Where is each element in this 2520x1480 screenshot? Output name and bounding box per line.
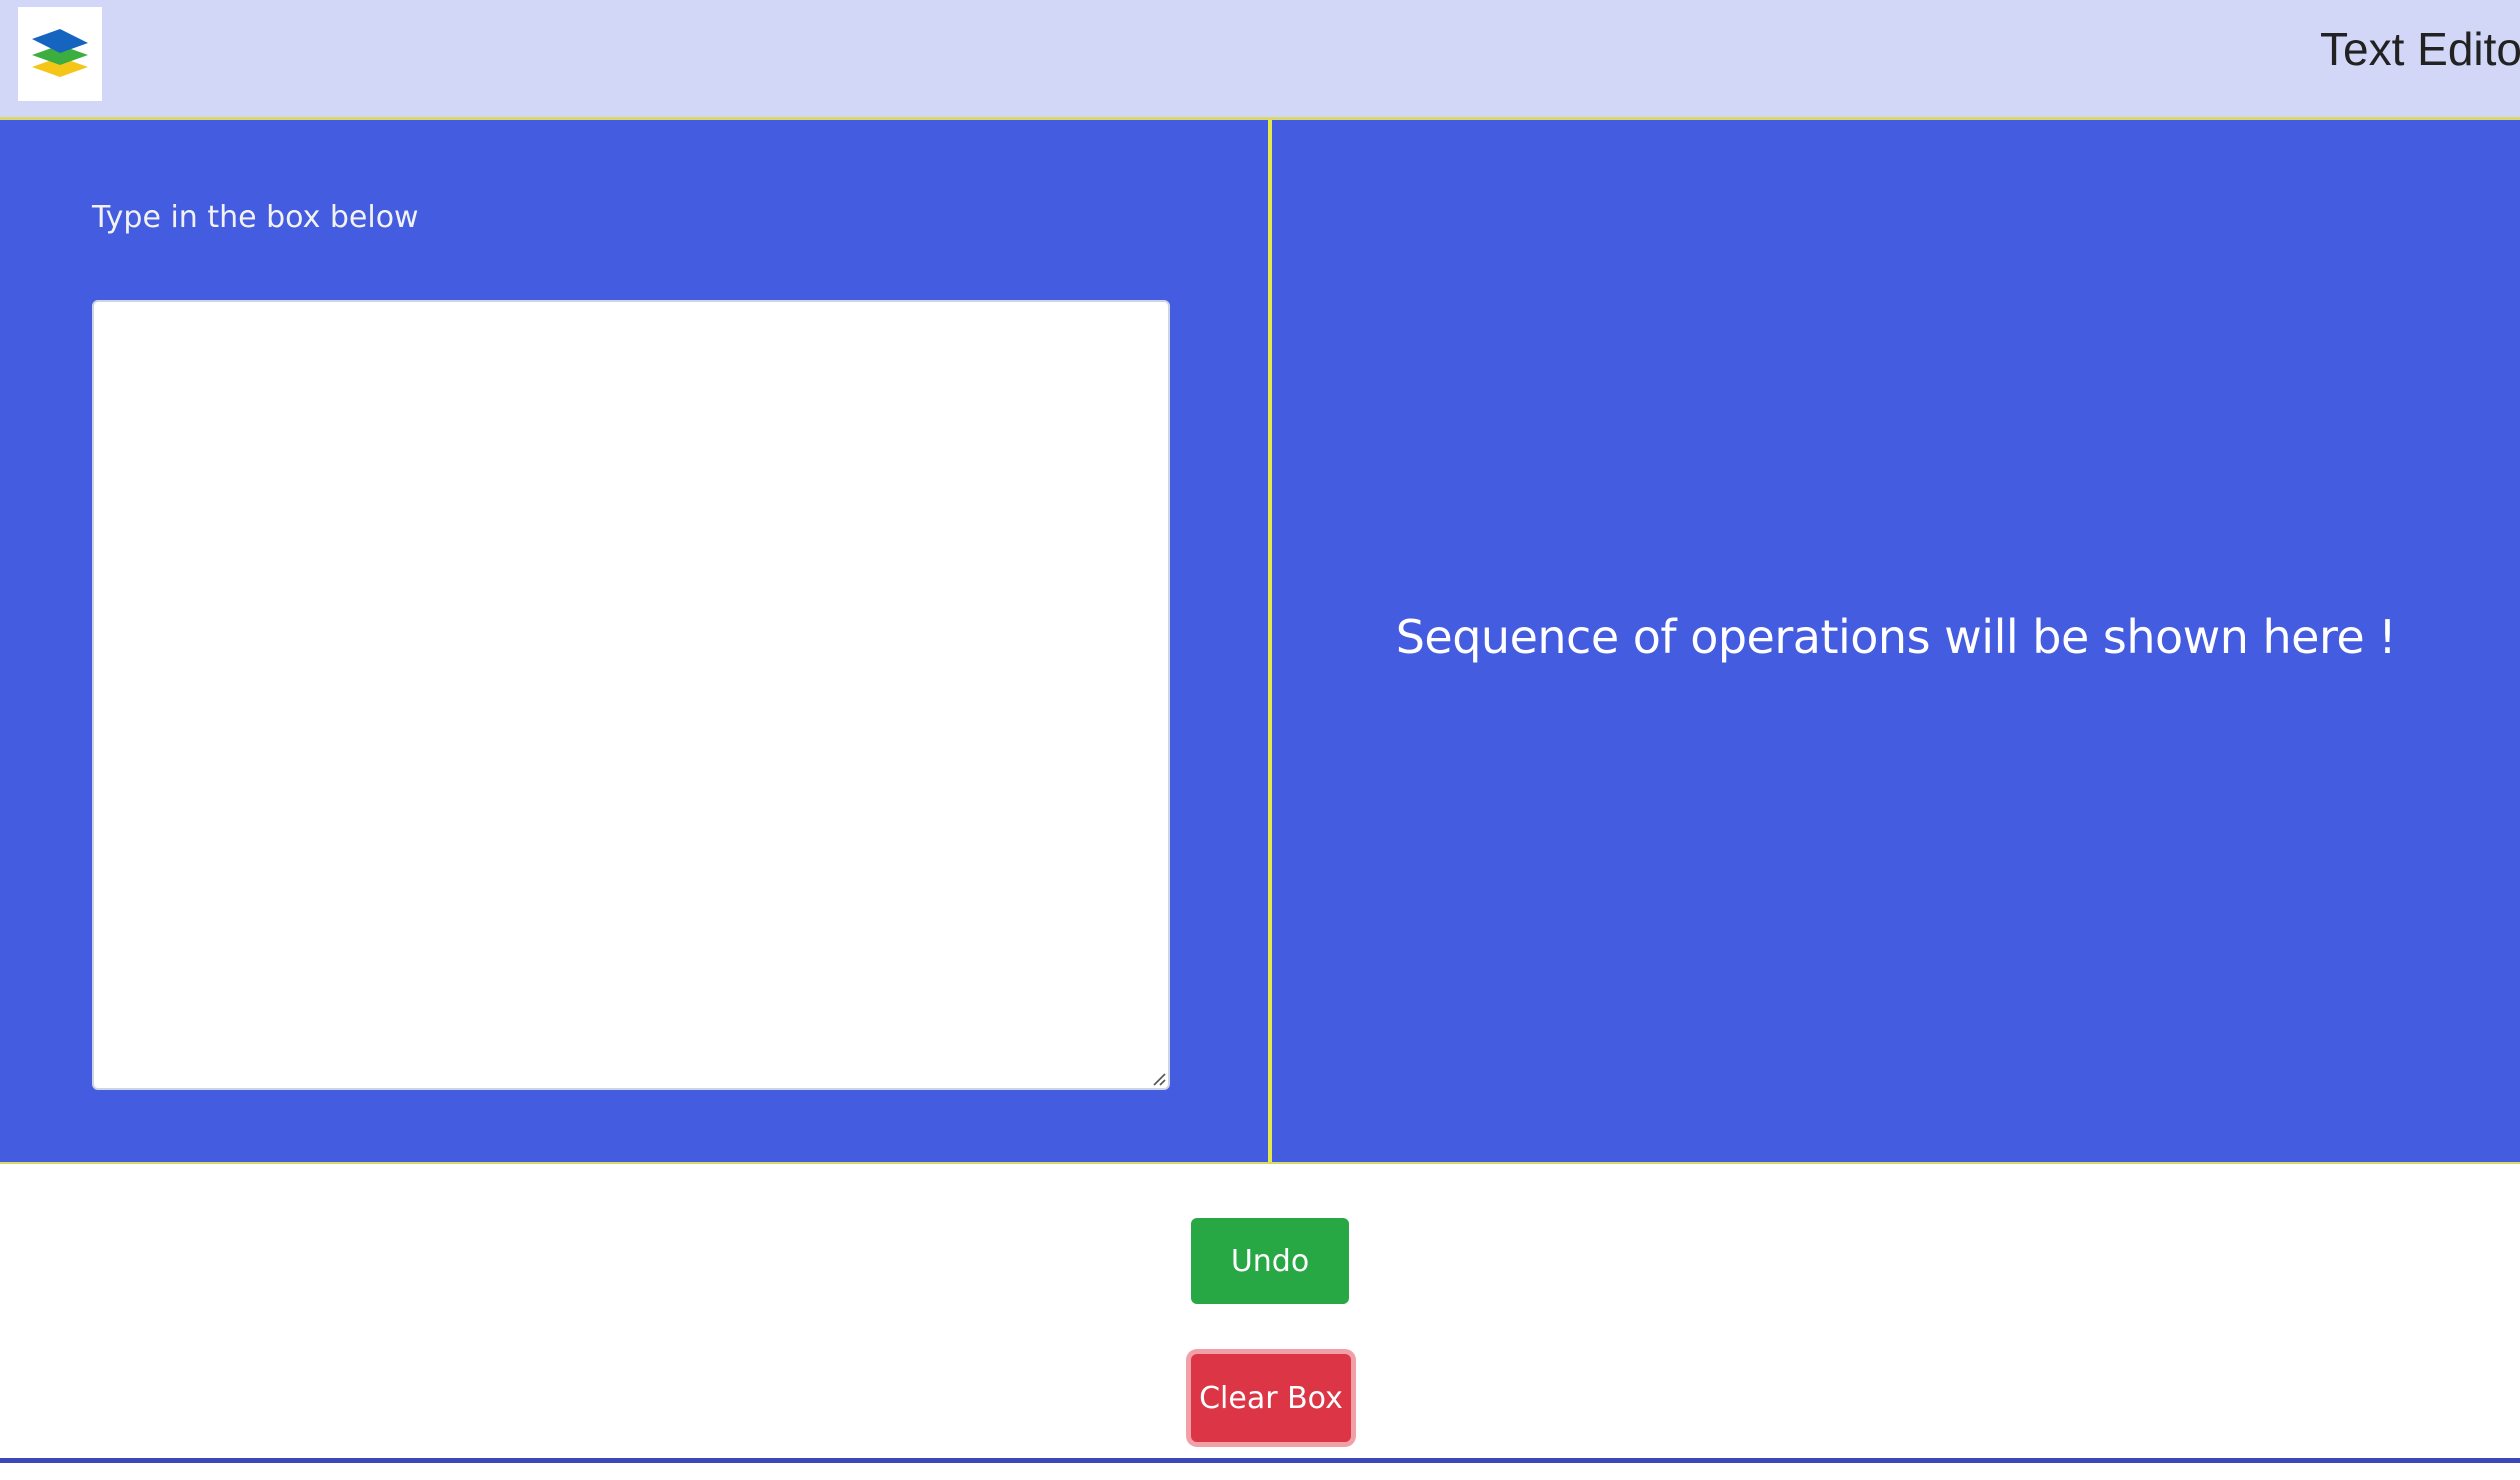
app-header: Text Editor bbox=[0, 0, 2520, 120]
app-logo[interactable] bbox=[18, 7, 102, 101]
editor-workspace: Type in the box below Sequence of operat… bbox=[0, 120, 2520, 1164]
text-input-box[interactable] bbox=[92, 300, 1170, 1090]
footer-divider bbox=[0, 1458, 2520, 1463]
undo-button[interactable]: Undo bbox=[1191, 1218, 1349, 1304]
app-title: Text Editor bbox=[2320, 23, 2520, 75]
editor-prompt-label: Type in the box below bbox=[92, 200, 419, 235]
clear-box-button[interactable]: Clear Box bbox=[1191, 1354, 1351, 1442]
resize-handle-icon[interactable] bbox=[1150, 1070, 1166, 1086]
operations-placeholder-message: Sequence of operations will be shown her… bbox=[1395, 610, 2397, 664]
layers-stack-icon bbox=[32, 29, 88, 77]
